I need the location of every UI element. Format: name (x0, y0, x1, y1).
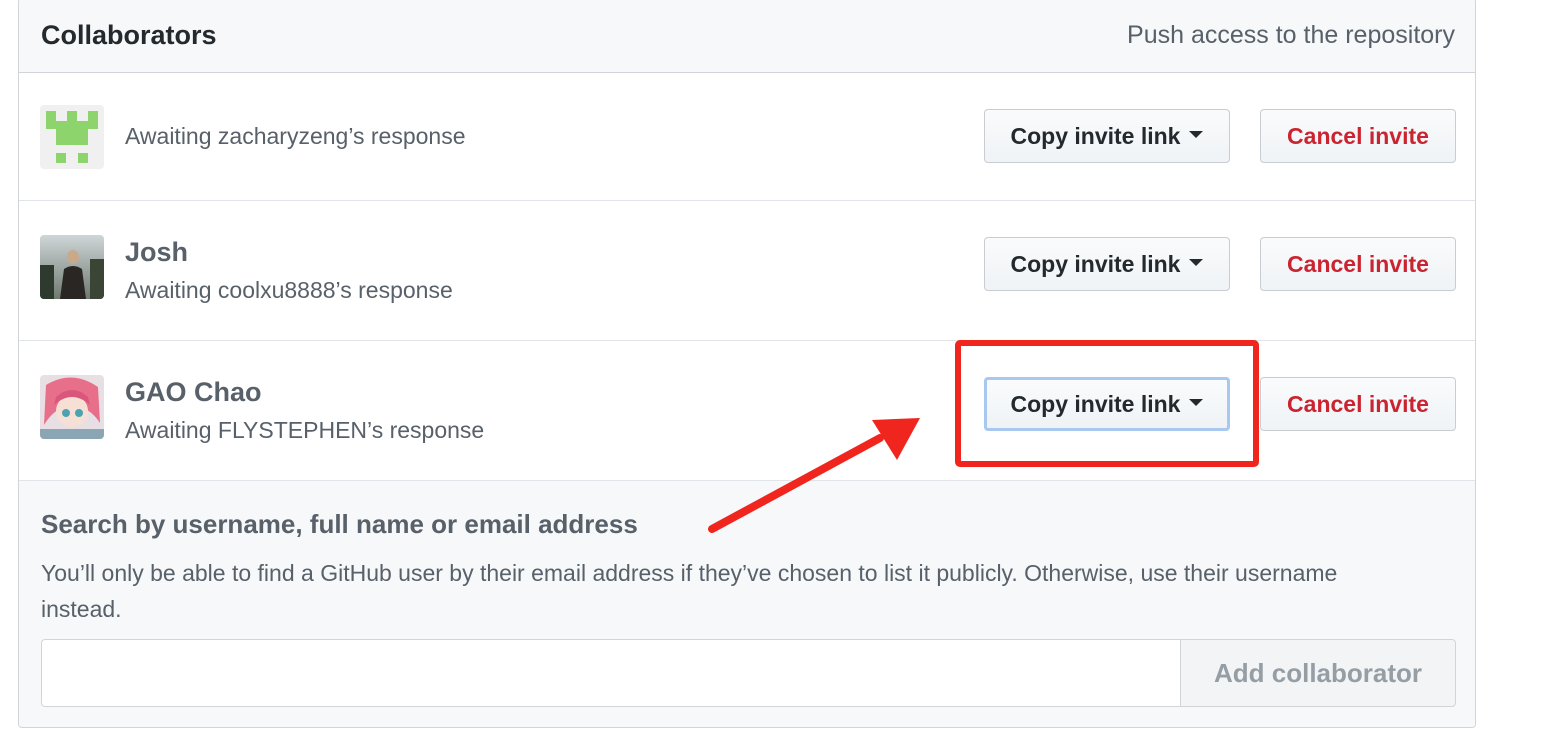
invite-name: GAO Chao (125, 377, 262, 407)
search-help-text: You’ll only be able to find a GitHub use… (41, 560, 1338, 622)
copy-invite-link-label: Copy invite link (1010, 122, 1181, 149)
add-collaborator-button[interactable]: Add collaborator (1180, 639, 1456, 707)
invite-status: Awaiting FLYSTEPHEN’s response (125, 417, 485, 443)
panel-subtitle: Push access to the repository (1127, 21, 1455, 49)
identicon-avatar (40, 105, 104, 169)
cancel-invite-button[interactable]: Cancel invite (1260, 237, 1456, 291)
cancel-invite-button[interactable]: Cancel invite (1260, 377, 1456, 431)
copy-invite-link-label: Copy invite link (1010, 390, 1181, 417)
collaborators-panel: Collaborators Push access to the reposit… (18, 0, 1476, 728)
add-collaborator-section: Search by username, full name or email a… (19, 481, 1475, 727)
triangle-down-icon (1189, 258, 1204, 266)
copy-invite-link-button[interactable]: Copy invite link (984, 377, 1230, 431)
invite-row: Josh Awaiting coolxu8888’s response Copy… (19, 201, 1475, 341)
collaborator-search-input[interactable] (41, 639, 1182, 707)
triangle-down-icon (1189, 398, 1204, 406)
user-avatar (40, 375, 104, 439)
invite-status: Awaiting zacharyzeng’s response (125, 123, 466, 149)
invite-name: Josh (125, 237, 189, 267)
copy-invite-link-label: Copy invite link (1010, 250, 1181, 277)
cancel-invite-button[interactable]: Cancel invite (1260, 109, 1456, 163)
triangle-down-icon (1189, 130, 1204, 138)
user-avatar (40, 235, 104, 299)
panel-header: Collaborators Push access to the reposit… (19, 0, 1475, 73)
invite-row: Awaiting zacharyzeng’s response Copy inv… (19, 73, 1475, 201)
panel-title: Collaborators (41, 20, 217, 50)
invite-status: Awaiting coolxu8888’s response (125, 277, 453, 303)
search-title: Search by username, full name or email a… (41, 509, 638, 539)
invite-row: GAO Chao Awaiting FLYSTEPHEN’s response … (19, 341, 1475, 481)
copy-invite-link-button[interactable]: Copy invite link (984, 237, 1230, 291)
copy-invite-link-button[interactable]: Copy invite link (984, 109, 1230, 163)
